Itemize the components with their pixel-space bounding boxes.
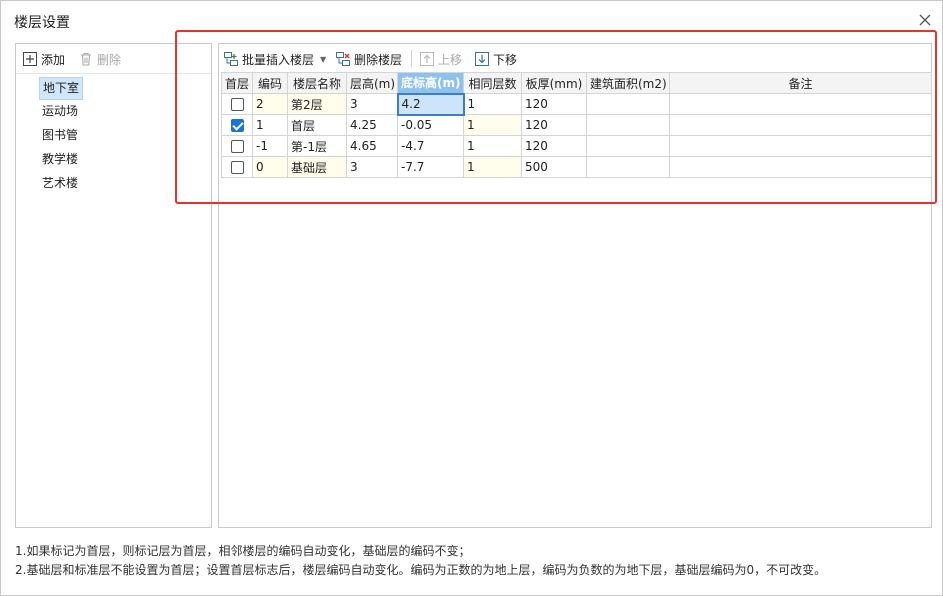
first-floor-cell[interactable] (221, 135, 253, 157)
header-code[interactable]: 编码 (252, 72, 288, 94)
same-floor-count-cell[interactable]: 1 (463, 135, 522, 157)
floor-height-cell[interactable]: 3 (346, 156, 398, 178)
slab-thickness-cell[interactable]: 120 (521, 93, 587, 115)
delete-label: 删除 (97, 52, 122, 67)
floor-name-cell[interactable]: 首层 (287, 114, 347, 136)
slab-thickness-cell[interactable]: 500 (521, 156, 587, 178)
left-toolbar: 添加 删除 (16, 44, 211, 74)
header-building-area[interactable]: 建筑面积(m2) (586, 72, 670, 94)
header-base-elevation[interactable]: 底标高(m) (397, 72, 464, 94)
add-button[interactable]: 添加 (22, 49, 65, 69)
building-area-cell[interactable] (586, 135, 670, 157)
arrow-up-icon (419, 51, 435, 67)
remarks-cell[interactable] (669, 93, 932, 115)
table-row: 0 基础层 3 -7.7 1 500 (221, 156, 932, 178)
table-header-row: 首层 编码 楼层名称 层高(m) 底标高(m) 相同层数 板厚(mm) 建筑面积… (221, 72, 932, 94)
move-down-label: 下移 (493, 52, 518, 67)
header-slab-thickness[interactable]: 板厚(mm) (521, 72, 587, 94)
floor-name-cell[interactable]: 基础层 (287, 156, 347, 178)
same-floor-count-cell[interactable]: 1 (463, 93, 522, 115)
tree-item-basement[interactable]: 地下室 (39, 77, 84, 100)
insert-floor-icon (223, 51, 239, 67)
same-floor-count-cell[interactable]: 1 (463, 114, 522, 136)
first-floor-cell[interactable] (221, 156, 253, 178)
move-up-label: 上移 (438, 52, 463, 67)
first-floor-checkbox[interactable] (230, 161, 244, 174)
header-floor-height[interactable]: 层高(m) (346, 72, 398, 94)
note-line-2: 2.基础层和标准层不能设置为首层；设置首层标志后，楼层编码自动变化。编码为正数的… (15, 563, 827, 577)
dialog-title: 楼层设置 (14, 15, 70, 31)
add-label: 添加 (41, 52, 66, 67)
building-area-cell[interactable] (586, 156, 670, 178)
delete-floor-label: 删除楼层 (354, 52, 403, 67)
title-bar: 楼层设置 (1, 1, 942, 39)
code-cell[interactable]: -1 (252, 135, 288, 157)
header-same-floor-count[interactable]: 相同层数 (463, 72, 522, 94)
remarks-cell[interactable] (669, 114, 932, 136)
first-floor-checkbox-checked[interactable] (230, 119, 244, 132)
delete-floor-button[interactable]: 删除楼层 (335, 49, 402, 69)
base-elevation-cell[interactable]: -4.7 (397, 135, 464, 157)
close-button[interactable] (916, 11, 934, 29)
floor-height-cell[interactable]: 4.65 (346, 135, 398, 157)
tree-item-teaching-building[interactable]: 教学楼 (39, 149, 81, 172)
building-tree: 地下室 运动场 图书管 教学楼 艺术楼 (16, 74, 211, 197)
floor-name-cell[interactable]: 第2层 (287, 93, 347, 115)
batch-insert-floor-label: 批量插入楼层 (242, 52, 315, 67)
floor-height-cell[interactable]: 4.25 (346, 114, 398, 136)
close-icon (919, 14, 931, 26)
tree-item-art-building[interactable]: 艺术楼 (39, 173, 81, 196)
dropdown-arrow-icon[interactable]: ▼ (320, 55, 326, 64)
remarks-cell[interactable] (669, 156, 932, 178)
plus-icon (22, 51, 38, 67)
base-elevation-cell[interactable]: 4.2 (396, 92, 465, 116)
table-row: 2 第2层 3 4.2 1 120 (221, 92, 932, 116)
first-floor-cell[interactable] (221, 93, 253, 115)
base-elevation-cell[interactable]: -7.7 (397, 156, 464, 178)
building-tree-panel: 添加 删除 地下室 运动场 图书管 教学楼 艺术楼 (15, 43, 212, 528)
move-up-button[interactable]: 上移 (419, 49, 462, 69)
floor-grid-panel: 批量插入楼层 ▼ 删除楼层 上移 下移 首层 编码 楼层名称 层高(m) 底标高… (218, 43, 932, 528)
remarks-cell[interactable] (669, 135, 932, 157)
header-floor-name[interactable]: 楼层名称 (287, 72, 347, 94)
same-floor-count-cell[interactable]: 1 (463, 156, 522, 178)
slab-thickness-cell[interactable]: 120 (521, 114, 587, 136)
building-area-cell[interactable] (586, 93, 670, 115)
code-cell[interactable]: 2 (252, 93, 288, 115)
code-cell[interactable]: 1 (252, 114, 288, 136)
header-first-floor[interactable]: 首层 (221, 72, 253, 94)
slab-thickness-cell[interactable]: 120 (521, 135, 587, 157)
move-down-button[interactable]: 下移 (474, 49, 517, 69)
table-row: 1 首层 4.25 -0.05 1 120 (221, 114, 932, 136)
floor-settings-dialog: 楼层设置 添加 删除 地下室 运动场 图书管 教学楼 艺术楼 批量插入楼层 ▼ … (0, 0, 943, 596)
code-cell[interactable]: 0 (252, 156, 288, 178)
floor-height-cell[interactable]: 3 (346, 93, 398, 115)
floor-name-cell[interactable]: 第-1层 (287, 135, 347, 157)
arrow-down-icon (474, 51, 490, 67)
tree-item-sports-field[interactable]: 运动场 (39, 101, 81, 124)
tree-item-library[interactable]: 图书管 (39, 125, 81, 148)
base-elevation-cell[interactable]: -0.05 (397, 114, 464, 136)
floor-table: 首层 编码 楼层名称 层高(m) 底标高(m) 相同层数 板厚(mm) 建筑面积… (221, 72, 932, 178)
table-row: -1 第-1层 4.65 -4.7 1 120 (221, 135, 932, 157)
help-notes: 1.如果标记为首层，则标记层为首层，相邻楼层的编码自动变化，基础层的编码不变； … (15, 542, 826, 580)
header-remarks[interactable]: 备注 (669, 72, 932, 94)
toolbar-separator (411, 50, 412, 67)
batch-insert-floor-button[interactable]: 批量插入楼层 ▼ (223, 49, 326, 69)
first-floor-cell[interactable] (221, 114, 253, 136)
building-area-cell[interactable] (586, 114, 670, 136)
delete-button[interactable]: 删除 (78, 49, 121, 69)
first-floor-checkbox[interactable] (230, 98, 244, 111)
note-line-1: 1.如果标记为首层，则标记层为首层，相邻楼层的编码自动变化，基础层的编码不变； (15, 544, 471, 558)
floor-toolbar: 批量插入楼层 ▼ 删除楼层 上移 下移 (219, 44, 931, 72)
first-floor-checkbox[interactable] (230, 140, 244, 153)
delete-floor-icon (335, 51, 351, 67)
trash-icon (78, 51, 94, 67)
